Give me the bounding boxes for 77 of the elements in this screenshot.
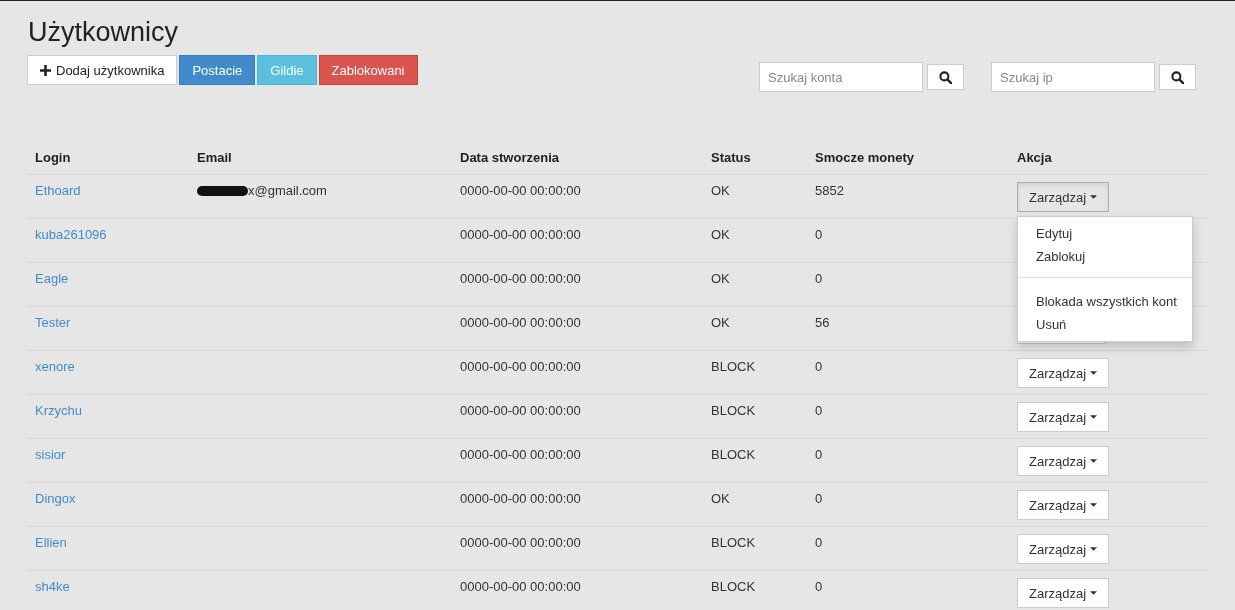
menu-item[interactable]: Edytuj <box>1018 222 1192 245</box>
login-link[interactable]: kuba261096 <box>35 227 107 242</box>
table-cell: 0 <box>815 535 823 550</box>
login-link[interactable]: sisior <box>35 447 66 462</box>
status-text: BLOCK <box>711 403 756 418</box>
caret-icon <box>1090 459 1098 463</box>
table-cell: 0 <box>815 491 823 506</box>
table-cell: 0000-00-00 00:00:00 <box>460 491 581 506</box>
table-cell: 0000-00-00 00:00:00 <box>460 183 581 198</box>
table-cell: 0000-00-00 00:00:00 <box>460 403 581 418</box>
manage-dropdown-button[interactable]: Zarządzaj <box>1017 578 1110 608</box>
table-cell: 0000-00-00 00:00:00 <box>460 447 581 462</box>
manage-dropdown-button[interactable]: Zarządzaj <box>1017 534 1110 564</box>
menu-item[interactable]: Usuń <box>1018 313 1192 336</box>
table-cell: 0000-00-00 00:00:00 <box>460 315 581 330</box>
status-text: OK <box>711 315 730 330</box>
caret-icon <box>1090 591 1098 595</box>
table-cell: 56 <box>815 315 830 330</box>
manage-dropdown-button[interactable]: Zarządzaj <box>1017 446 1110 476</box>
status-text: BLOCK <box>711 535 756 550</box>
login-link[interactable]: Tester <box>35 315 71 330</box>
search-button[interactable] <box>1159 64 1196 90</box>
table-cell: 0000-00-00 00:00:00 <box>460 227 581 242</box>
login-link[interactable]: sh4ke <box>35 579 70 594</box>
caret-icon <box>1090 371 1098 375</box>
login-link[interactable]: Eagle <box>35 271 69 286</box>
table-cell: 0 <box>815 359 823 374</box>
caret-icon <box>1090 415 1098 419</box>
status-text: BLOCK <box>711 579 756 594</box>
toolbar-button[interactable]: Gildie <box>257 55 317 85</box>
plus-icon <box>40 64 51 76</box>
table-cell: 0000-00-00 00:00:00 <box>460 359 581 374</box>
login-link[interactable]: Krzychu <box>35 403 82 418</box>
search-icon <box>939 70 952 84</box>
table-cell: 5852 <box>815 183 844 198</box>
status-text: OK <box>711 183 730 198</box>
column-header: Smocze monety <box>807 141 1009 175</box>
caret-icon <box>1090 503 1098 507</box>
caret-icon <box>1090 195 1098 199</box>
column-header: Status <box>703 141 807 175</box>
search-icon <box>1171 70 1184 84</box>
search-field[interactable]: Szukaj ip <box>991 62 1155 92</box>
login-link[interactable]: Ethoard <box>35 183 81 198</box>
manage-dropdown-button[interactable]: Zarządzaj <box>1017 490 1110 520</box>
login-link[interactable]: Ellien <box>35 535 67 550</box>
email-text: x@gmail.com <box>248 183 327 198</box>
toolbar-button[interactable]: Dodaj użytkownika <box>27 55 178 85</box>
caret-icon <box>1090 547 1098 551</box>
manage-dropdown-button[interactable]: Zarządzaj <box>1017 182 1110 212</box>
toolbar-button[interactable]: Postacie <box>179 55 256 85</box>
search-field[interactable]: Szukaj konta <box>759 62 923 92</box>
menu-item[interactable]: Zablokuj <box>1018 245 1192 268</box>
table-cell: 0 <box>815 271 823 286</box>
manage-dropdown-button[interactable]: Zarządzaj <box>1017 402 1110 432</box>
column-header: Data stworzenia <box>452 141 703 175</box>
table-cell: 0000-00-00 00:00:00 <box>460 271 581 286</box>
column-header: Login <box>27 141 189 175</box>
status-text: BLOCK <box>711 447 756 462</box>
page-title: Użytkownicy <box>28 16 180 48</box>
status-text: BLOCK <box>711 359 756 374</box>
table-cell: 0000-00-00 00:00:00 <box>460 535 581 550</box>
status-text: OK <box>711 227 730 242</box>
status-text: OK <box>711 271 730 286</box>
manage-dropdown-button[interactable]: Zarządzaj <box>1017 358 1110 388</box>
table-cell: 0 <box>815 227 823 242</box>
login-link[interactable]: Dingox <box>35 491 76 506</box>
status-text: OK <box>711 491 730 506</box>
table-cell: 0 <box>815 447 823 462</box>
column-header: Email <box>189 141 452 175</box>
table-cell: 0000-00-00 00:00:00 <box>460 579 581 594</box>
table-cell: 0 <box>815 403 823 418</box>
login-link[interactable]: xenore <box>35 359 75 374</box>
search-button[interactable] <box>927 64 964 90</box>
table-cell: 0 <box>815 579 823 594</box>
menu-item[interactable]: Blokada wszystkich kont <box>1018 290 1192 313</box>
toolbar-button[interactable]: Zablokowani <box>318 55 418 85</box>
column-header: Akcja <box>1009 141 1208 175</box>
